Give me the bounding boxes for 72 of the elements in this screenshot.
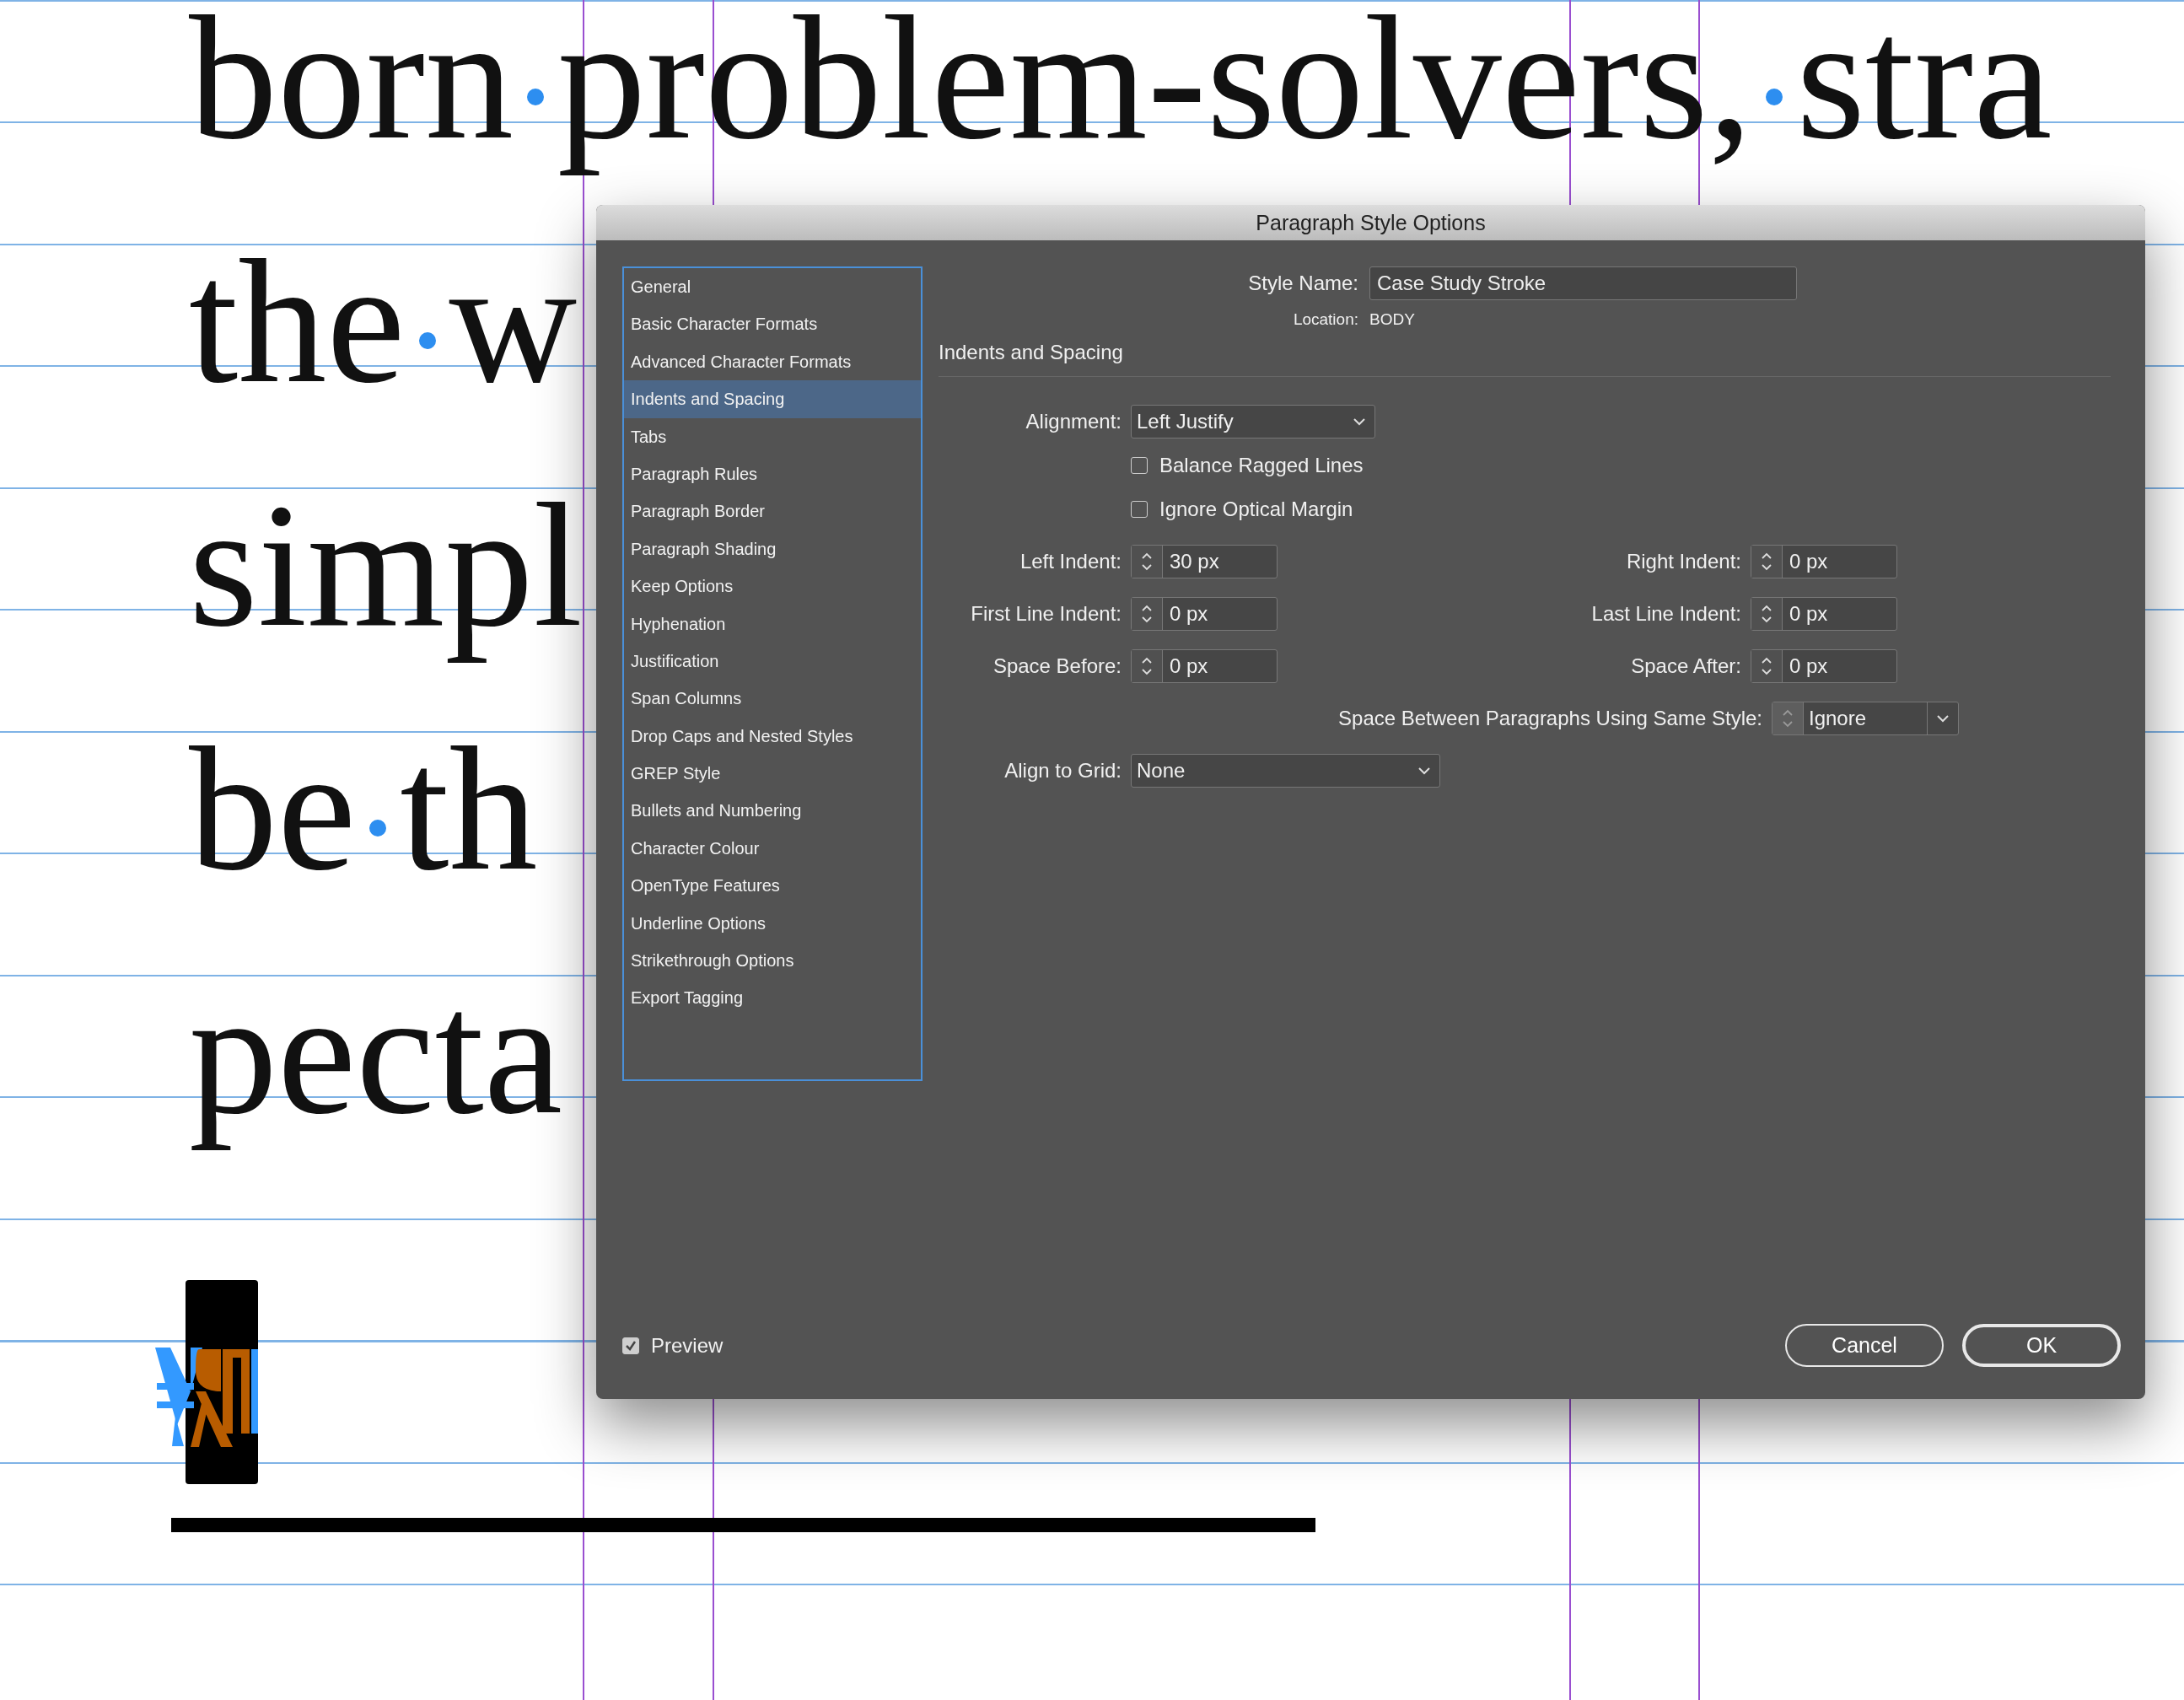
document-word: th: [400, 710, 538, 908]
spinner-field[interactable]: 0 px: [1131, 597, 1278, 631]
document-word: pecta: [189, 954, 562, 1152]
document-word: born: [189, 0, 514, 177]
category-item[interactable]: Export Tagging: [624, 979, 921, 1017]
category-item[interactable]: Keep Options: [624, 568, 921, 605]
section-title: Indents and Spacing: [939, 341, 1124, 364]
category-item[interactable]: Justification: [624, 642, 921, 681]
location-value: BODY: [1369, 310, 1415, 329]
checkbox[interactable]: [622, 1337, 639, 1354]
category-item[interactable]: Paragraph Border: [624, 492, 921, 530]
category-item[interactable]: Paragraph Rules: [624, 455, 921, 493]
document-word: stra: [1796, 0, 2052, 177]
category-item[interactable]: OpenType Features: [624, 867, 921, 905]
document-word: w: [449, 223, 578, 421]
field-label: Align to Grid:: [1003, 759, 1122, 783]
category-item[interactable]: Underline Options: [624, 904, 921, 943]
category-item[interactable]: Tabs: [624, 417, 921, 455]
field-label: Style Name:: [1247, 272, 1358, 295]
category-item[interactable]: Advanced Character Formats: [624, 342, 921, 381]
stepper-icon[interactable]: [1751, 546, 1783, 578]
category-item[interactable]: Indents and Spacing: [624, 380, 921, 418]
category-item[interactable]: GREP Style: [624, 755, 921, 793]
field-label: Left Indent:: [1019, 550, 1122, 573]
category-item[interactable]: Character Colour: [624, 829, 921, 868]
cancel-button[interactable]: Cancel: [1785, 1324, 1944, 1367]
stepper-icon[interactable]: [1132, 598, 1163, 630]
category-item[interactable]: Strikethrough Options: [624, 942, 921, 980]
stepper-icon[interactable]: [1751, 598, 1783, 630]
checkbox-label: Balance Ragged Lines: [1159, 454, 1364, 477]
category-item[interactable]: Paragraph Shading: [624, 530, 921, 568]
checkbox[interactable]: [1131, 457, 1148, 474]
checkbox[interactable]: [1131, 501, 1148, 518]
field-label: Location:: [1292, 310, 1358, 329]
chevron-down-icon: [1417, 767, 1431, 775]
spinner-field[interactable]: 0 px: [1751, 597, 1897, 631]
style-name-field[interactable]: Case Study Stroke: [1369, 266, 1797, 300]
document-word: simpl: [189, 466, 583, 664]
window-title: Paragraph Style Options: [596, 205, 2145, 240]
spinner-field[interactable]: 0 px: [1751, 545, 1897, 578]
field-label: First Line Indent:: [970, 602, 1122, 626]
spinner-field[interactable]: 0 px: [1751, 649, 1897, 683]
space-dot-icon: [1766, 88, 1783, 105]
space-dot-icon: [418, 331, 436, 349]
space-dot-icon: [369, 819, 387, 837]
spinner-field[interactable]: 0 px: [1131, 649, 1278, 683]
space-dot-icon: [526, 88, 544, 105]
stepper-icon[interactable]: [1132, 650, 1163, 682]
field-label: Alignment:: [1025, 410, 1122, 433]
field-label: Right Indent:: [1625, 550, 1741, 573]
space-between-combo[interactable]: Ignore: [1772, 702, 1959, 735]
ok-button[interactable]: OK: [1962, 1324, 2121, 1367]
category-item[interactable]: Basic Character Formats: [624, 305, 921, 343]
stepper-icon[interactable]: [1751, 650, 1783, 682]
field-label: Space After:: [1630, 654, 1741, 678]
field-label: Last Line Indent:: [1590, 602, 1741, 626]
checkbox-label: Ignore Optical Margin: [1159, 498, 1353, 521]
alignment-dropdown[interactable]: Left Justify: [1131, 405, 1375, 438]
spinner-field[interactable]: 30 px: [1131, 545, 1278, 578]
field-label: Space Between Paragraphs Using Same Style:: [1337, 707, 1762, 730]
category-item[interactable]: Span Columns: [624, 680, 921, 718]
category-item[interactable]: Hyphenation: [624, 605, 921, 643]
align-to-grid-dropdown[interactable]: None: [1131, 754, 1440, 788]
checkbox-label: Preview: [651, 1333, 724, 1358]
category-item[interactable]: Bullets and Numbering: [624, 792, 921, 830]
category-item[interactable]: General: [624, 268, 921, 306]
stepper-icon[interactable]: [1132, 546, 1163, 578]
category-item[interactable]: Drop Caps and Nested Styles: [624, 717, 921, 756]
chevron-down-icon: [1353, 417, 1366, 426]
field-label: Space Before:: [992, 654, 1122, 678]
document-word: be: [189, 710, 357, 908]
document-word: the: [189, 223, 406, 421]
